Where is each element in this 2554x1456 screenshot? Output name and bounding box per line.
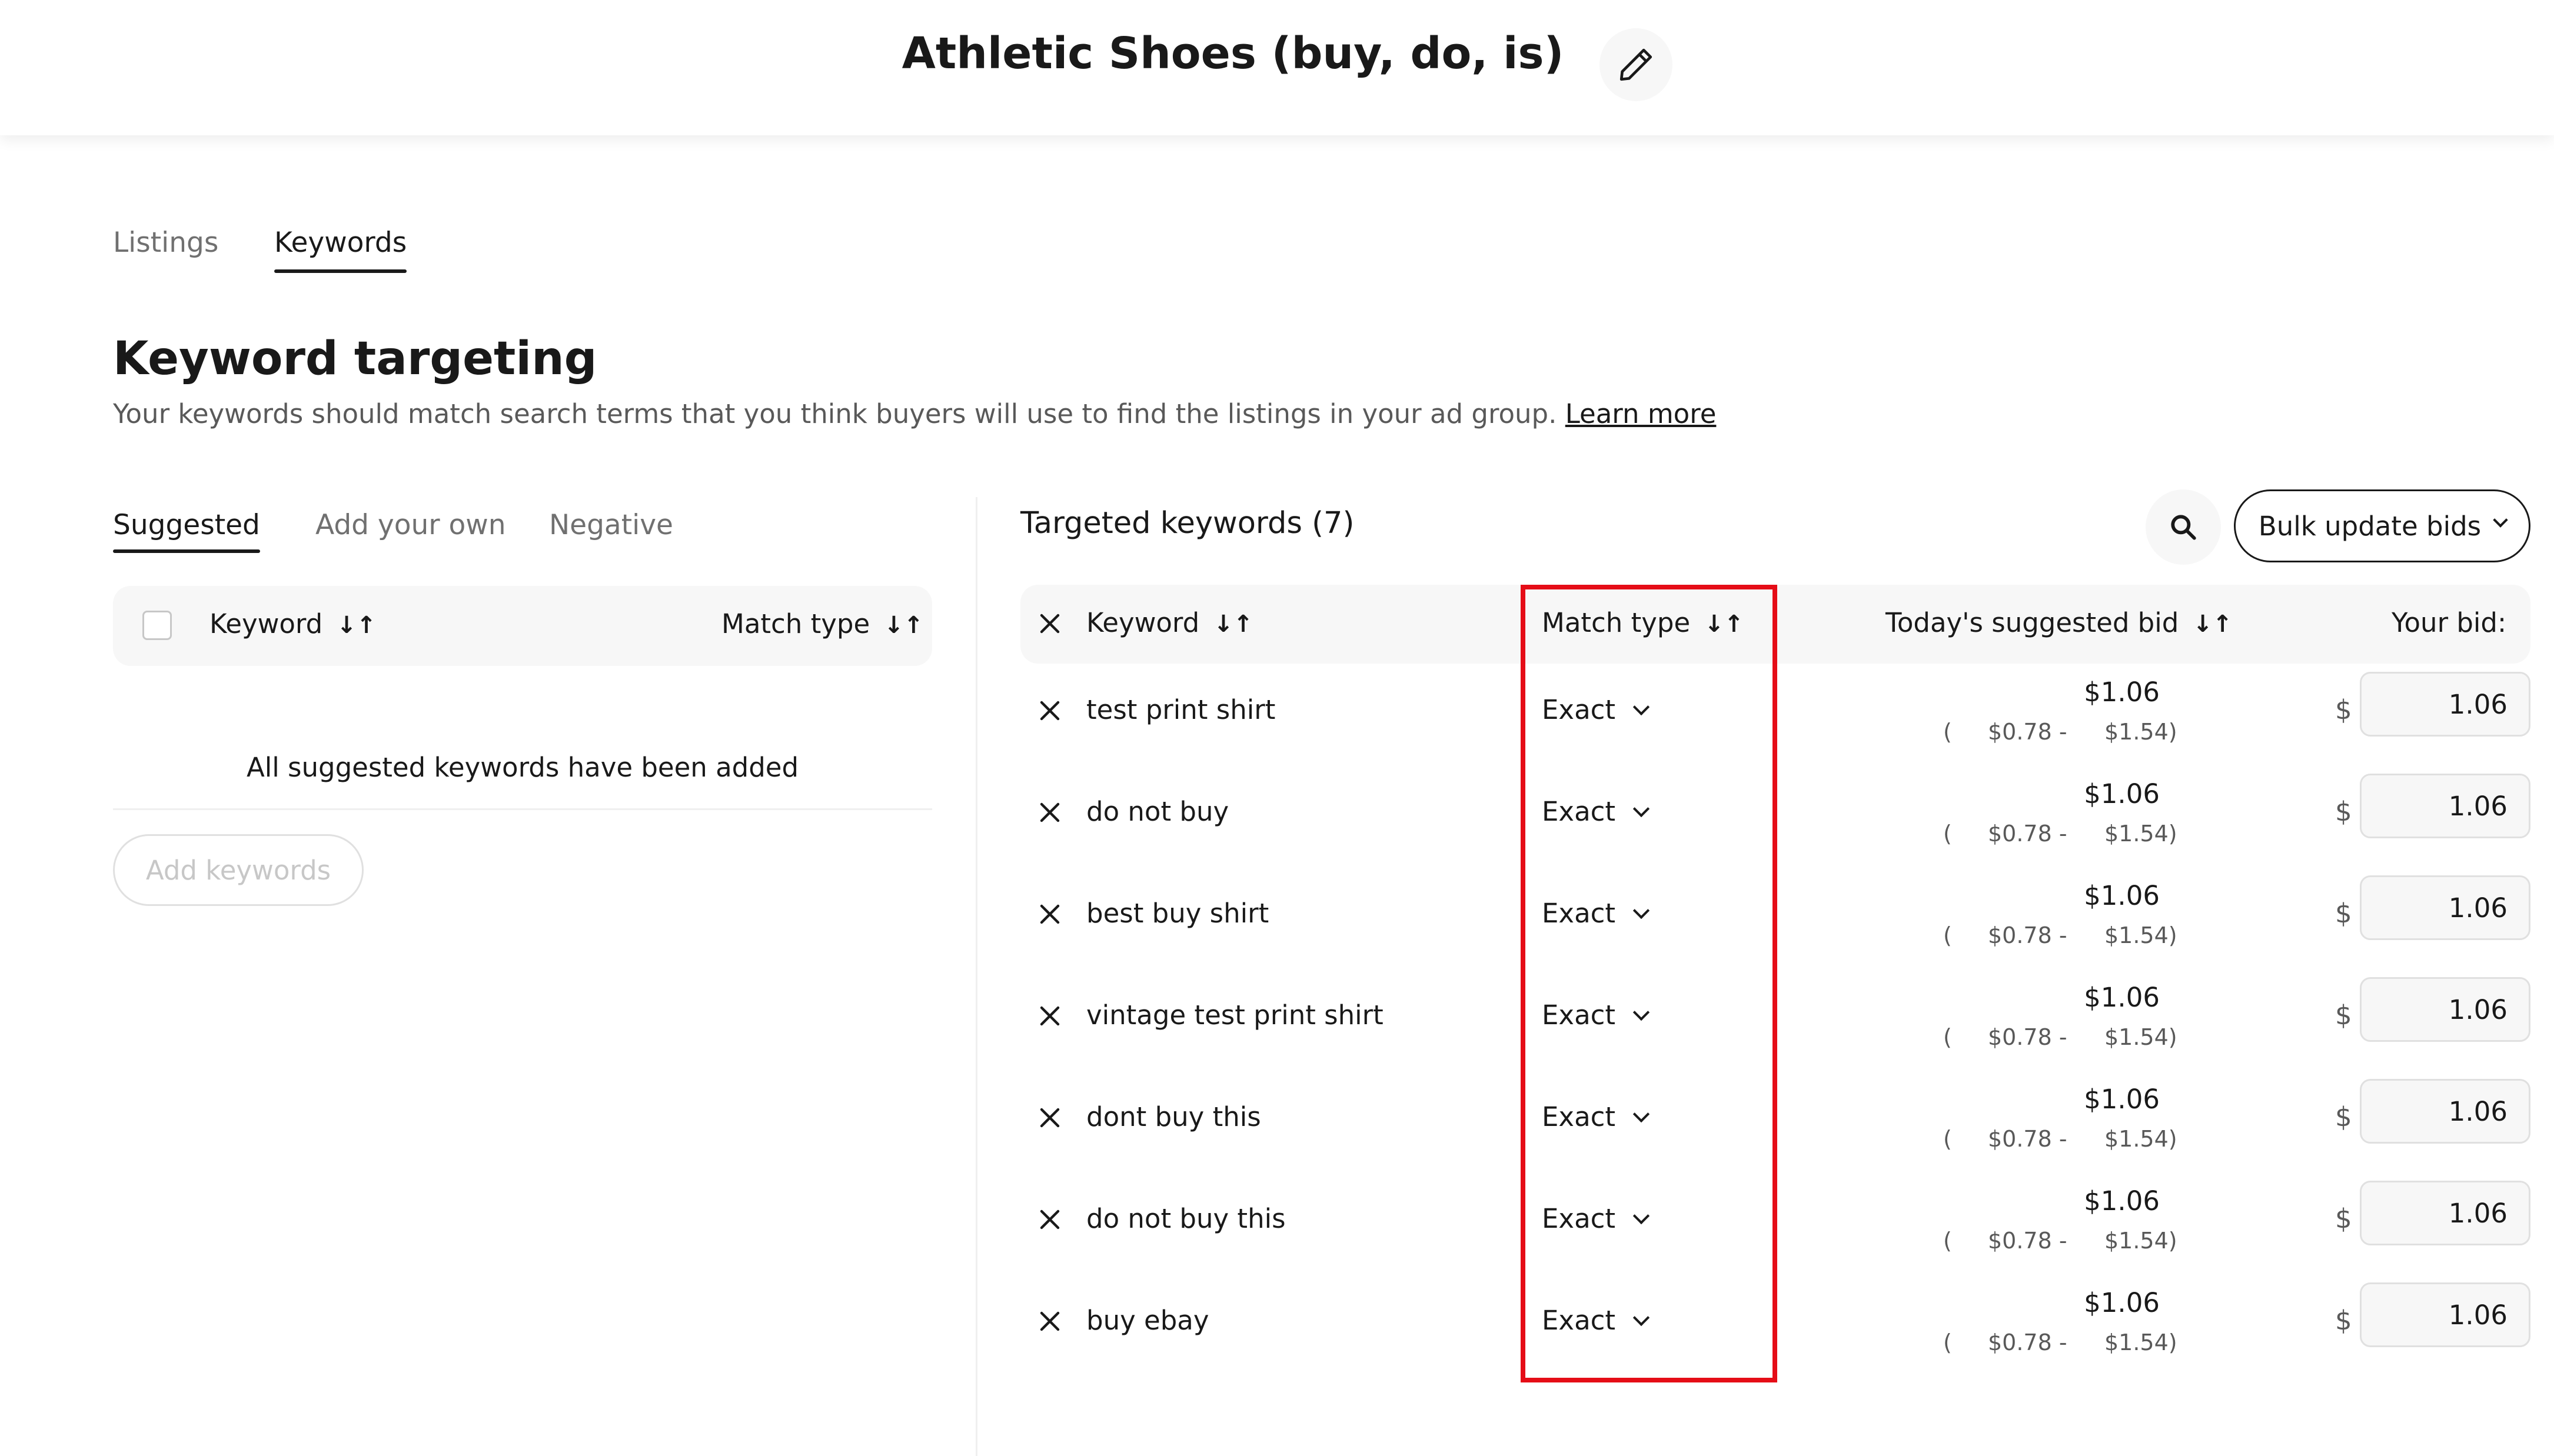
select-all-checkbox[interactable] — [142, 611, 172, 640]
currency-symbol: $ — [2335, 694, 2352, 725]
search-icon — [2171, 515, 2196, 540]
targeted-keywords-title: Targeted keywords (7) — [1020, 506, 1355, 541]
currency-symbol: $ — [2335, 1101, 2352, 1132]
keyword-cell: do not buy — [1086, 796, 1229, 827]
remove-keyword-button[interactable] — [1038, 902, 1062, 928]
learn-more-link[interactable]: Learn more — [1565, 398, 1717, 429]
chevron-down-icon — [2493, 512, 2508, 528]
close-icon — [1040, 701, 1060, 721]
page-title: Athletic Shoes (buy, do, is) — [902, 28, 1564, 79]
currency-symbol: $ — [2335, 1305, 2352, 1336]
bid-range-high: $1.54) — [2104, 719, 2177, 745]
remove-keyword-button[interactable] — [1038, 1310, 1062, 1335]
keyword-cell: dont buy this — [1086, 1101, 1261, 1132]
keyword-column-header[interactable]: Keyword ↓↑ — [209, 608, 376, 639]
bid-range-high: $1.54) — [2104, 922, 2177, 948]
bid-range-open: ( — [1943, 922, 1952, 948]
your-bid-input[interactable] — [2360, 1079, 2530, 1144]
keyword-cell: test print shirt — [1086, 694, 1276, 725]
keyword-column-header[interactable]: Keyword ↓↑ — [1086, 607, 1253, 638]
bid-range-low: $0.78 - — [1988, 1126, 2067, 1152]
remove-keyword-button[interactable] — [1038, 1106, 1062, 1132]
add-keywords-button[interactable]: Add keywords — [113, 834, 364, 906]
suggested-bid: $1.06 — [2084, 1084, 2160, 1115]
keyword-cell: do not buy this — [1086, 1203, 1286, 1234]
currency-symbol: $ — [2335, 1203, 2352, 1234]
search-button[interactable] — [2146, 489, 2221, 565]
sort-icon: ↓↑ — [1213, 611, 1253, 638]
close-icon — [1040, 1108, 1060, 1128]
your-bid-input[interactable] — [2360, 977, 2530, 1042]
active-subtab-underline — [113, 549, 260, 553]
bid-range-open: ( — [1943, 1330, 1952, 1355]
bid-range-high: $1.54) — [2104, 821, 2177, 847]
your-bid-input[interactable] — [2360, 774, 2530, 838]
keyword-cell: best buy shirt — [1086, 898, 1269, 929]
bid-range-high: $1.54) — [2104, 1330, 2177, 1355]
bid-range-high: $1.54) — [2104, 1024, 2177, 1050]
your-bid-input[interactable] — [2360, 1181, 2530, 1245]
section-description: Your keywords should match search terms … — [113, 398, 1717, 429]
divider — [113, 808, 932, 810]
remove-all-button[interactable] — [1038, 612, 1062, 638]
active-tab-underline — [274, 269, 407, 273]
your-bid-column-header: Your bid: — [2392, 607, 2507, 638]
bid-range-low: $0.78 - — [1988, 922, 2067, 948]
close-icon — [1040, 1210, 1060, 1230]
remove-keyword-button[interactable] — [1038, 1208, 1062, 1234]
suggested-bid: $1.06 — [2084, 677, 2160, 708]
your-bid-input[interactable] — [2360, 875, 2530, 940]
subtab-negative[interactable]: Negative — [549, 509, 673, 541]
suggested-bid: $1.06 — [2084, 1185, 2160, 1217]
suggested-bid: $1.06 — [2084, 778, 2160, 809]
bid-range-low: $0.78 - — [1988, 1228, 2067, 1254]
your-bid-input[interactable] — [2360, 1282, 2530, 1347]
match-type-highlight-box — [1521, 585, 1777, 1382]
currency-symbol: $ — [2335, 796, 2352, 827]
sort-icon: ↓↑ — [337, 612, 377, 639]
bid-range-high: $1.54) — [2104, 1228, 2177, 1254]
suggested-bid-column-header[interactable]: Today's suggested bid ↓↑ — [1885, 607, 2232, 638]
remove-keyword-button[interactable] — [1038, 1004, 1062, 1030]
subtab-add-your-own[interactable]: Add your own — [315, 509, 506, 541]
currency-symbol: $ — [2335, 999, 2352, 1031]
close-icon — [1040, 614, 1060, 634]
close-icon — [1040, 1311, 1060, 1331]
pencil-icon — [1619, 48, 1652, 81]
remove-keyword-button[interactable] — [1038, 801, 1062, 827]
bid-range-open: ( — [1943, 719, 1952, 745]
suggested-bid: $1.06 — [2084, 1287, 2160, 1318]
panel-divider — [976, 497, 977, 1456]
bid-range-open: ( — [1943, 1024, 1952, 1050]
bulk-update-bids-button[interactable]: Bulk update bids — [2234, 489, 2530, 562]
bid-range-open: ( — [1943, 821, 1952, 847]
section-heading: Keyword targeting — [113, 332, 597, 385]
sort-icon: ↓↑ — [2193, 611, 2233, 638]
close-icon — [1040, 1006, 1060, 1026]
tab-listings[interactable]: Listings — [113, 226, 218, 259]
sort-icon: ↓↑ — [884, 612, 924, 639]
keyword-cell: vintage test print shirt — [1086, 999, 1384, 1031]
close-icon — [1040, 802, 1060, 822]
empty-state-message: All suggested keywords have been added — [246, 752, 799, 783]
subtab-suggested[interactable]: Suggested — [113, 509, 260, 553]
your-bid-input[interactable] — [2360, 672, 2530, 737]
bid-range-low: $0.78 - — [1988, 719, 2067, 745]
edit-title-button[interactable] — [1599, 28, 1672, 101]
remove-keyword-button[interactable] — [1038, 699, 1062, 725]
bid-range-open: ( — [1943, 1228, 1952, 1254]
tab-keywords[interactable]: Keywords — [274, 226, 407, 273]
bid-range-low: $0.78 - — [1988, 1024, 2067, 1050]
bid-range-low: $0.78 - — [1988, 821, 2067, 847]
bid-range-high: $1.54) — [2104, 1126, 2177, 1152]
close-icon — [1040, 904, 1060, 924]
bid-range-low: $0.78 - — [1988, 1330, 2067, 1355]
suggested-bid: $1.06 — [2084, 982, 2160, 1013]
suggested-bid: $1.06 — [2084, 880, 2160, 911]
currency-symbol: $ — [2335, 898, 2352, 929]
bid-range-open: ( — [1943, 1126, 1952, 1152]
match-type-column-header[interactable]: Match type ↓↑ — [721, 608, 923, 639]
keyword-cell: buy ebay — [1086, 1305, 1209, 1336]
